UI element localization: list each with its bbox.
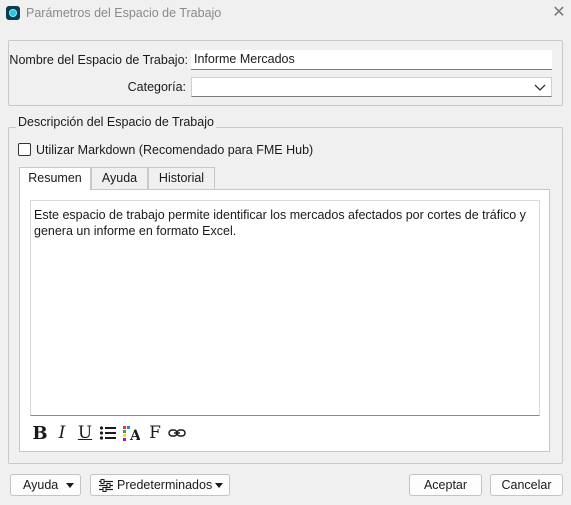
sliders-icon <box>99 479 113 492</box>
tab-ayuda[interactable]: Ayuda <box>91 167 148 189</box>
defaults-button[interactable]: Predeterminados <box>90 474 230 496</box>
markdown-checkbox[interactable] <box>18 143 31 156</box>
underline-icon[interactable]: U <box>75 422 95 444</box>
help-button-label: Ayuda <box>23 478 59 492</box>
chevron-down-icon <box>215 483 223 488</box>
text-color-letter: A <box>129 428 140 442</box>
tab-resumen[interactable]: Resumen <box>19 167 91 190</box>
link-icon[interactable] <box>167 422 187 444</box>
text-color-icon[interactable]: A <box>121 422 141 444</box>
bullet-list-glyph <box>99 426 116 440</box>
bold-icon[interactable]: B <box>30 422 50 444</box>
text-color-glyph: A <box>123 426 140 442</box>
title-bar: Parámetros del Espacio de Trabajo ✕ <box>0 0 571 27</box>
markdown-checkbox-label[interactable]: Utilizar Markdown (Recomendado para FME … <box>36 143 313 157</box>
window-title: Parámetros del Espacio de Trabajo <box>26 6 222 20</box>
close-icon[interactable]: ✕ <box>549 3 569 23</box>
cancel-button[interactable]: Cancelar <box>490 474 563 496</box>
workspace-name-label: Nombre del Espacio de Trabajo: <box>9 53 188 67</box>
tab-historial[interactable]: Historial <box>148 167 215 189</box>
category-dropdown[interactable] <box>191 77 552 97</box>
fme-app-icon <box>6 6 20 20</box>
workspace-name-input[interactable]: Informe Mercados <box>191 50 552 70</box>
description-group-title: Descripción del Espacio de Trabajo <box>16 115 216 129</box>
summary-text-area[interactable]: Este espacio de trabajo permite identifi… <box>30 200 540 416</box>
chevron-down-icon <box>534 84 546 91</box>
category-label: Categoría: <box>127 80 186 94</box>
font-icon[interactable]: F <box>145 422 165 444</box>
help-button[interactable]: Ayuda <box>10 474 81 496</box>
defaults-button-label: Predeterminados <box>117 478 213 492</box>
bullet-list-icon[interactable] <box>98 422 118 444</box>
chevron-down-icon <box>66 483 74 488</box>
ok-button[interactable]: Aceptar <box>409 474 482 496</box>
italic-icon[interactable]: I <box>52 422 72 444</box>
link-glyph <box>168 429 186 437</box>
